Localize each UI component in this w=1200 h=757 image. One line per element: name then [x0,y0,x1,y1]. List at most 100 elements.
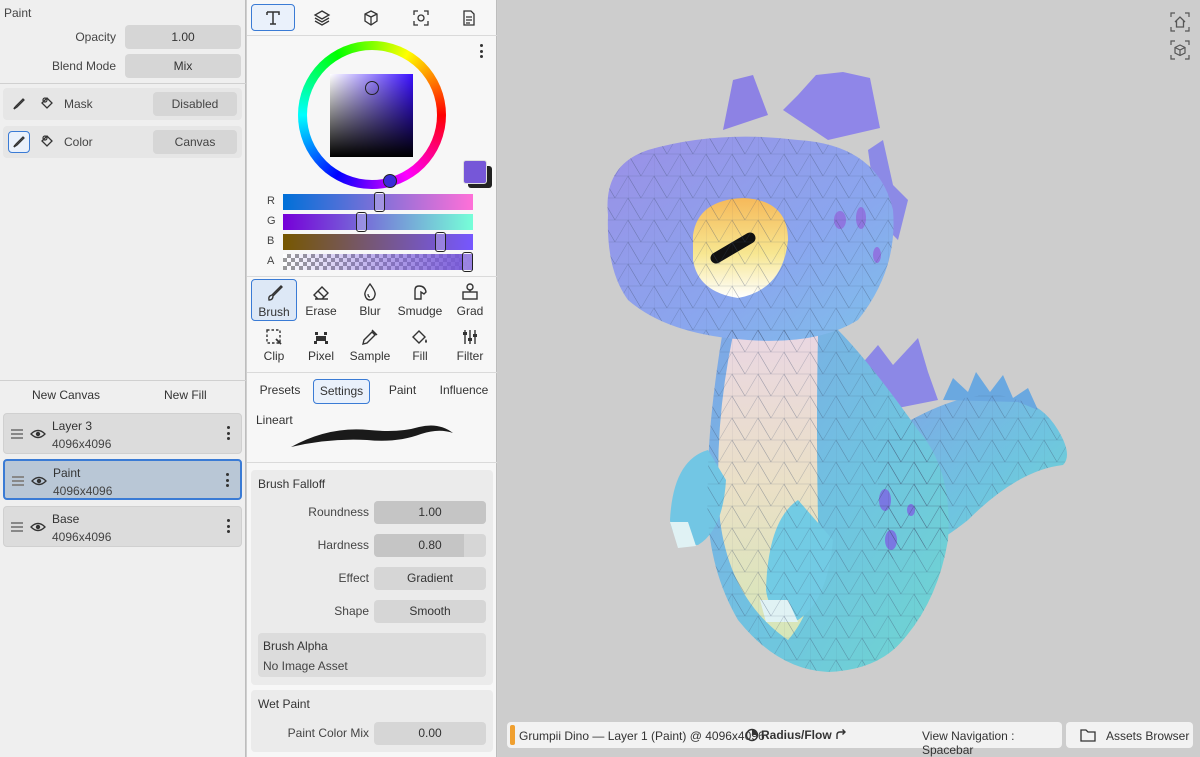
pixel-icon [314,332,328,344]
layer-size: 4096x4096 [53,484,113,498]
tool-label: Blur [359,304,381,318]
tool-sample[interactable]: Sample [347,324,393,366]
blend-mode-select[interactable]: Mix [125,54,241,78]
eye-icon[interactable] [31,474,47,488]
color-mode-select[interactable]: Canvas [153,130,237,154]
brush-alpha-picker[interactable]: Brush Alpha No Image Asset [258,633,486,677]
red-label: R [267,195,275,207]
layer-item[interactable]: Layer 3 4096x4096 [3,413,242,454]
brush-icon [268,285,283,301]
more-vertical-icon[interactable] [226,473,230,489]
blur-drop-icon [364,282,376,301]
blue-slider-row: B [247,232,497,252]
drag-handle-icon[interactable] [12,476,24,486]
more-vertical-icon[interactable] [227,426,231,442]
layer-item[interactable]: Base 4096x4096 [3,506,242,547]
radius-flow-toggle[interactable]: Radius/Flow [761,728,832,742]
alpha-slider[interactable] [283,252,473,272]
hardness-slider[interactable]: 0.80 [374,534,486,557]
blue-label: B [267,235,275,247]
opacity-label: Opacity [75,30,116,44]
layer-name: Base [52,512,80,526]
assets-browser-label: Assets Browser [1106,729,1190,743]
mask-mode-select[interactable]: Disabled [153,92,237,116]
3d-viewport[interactable]: Grumpii Dino — Layer 1 (Paint) @ 4096x40… [498,0,1200,757]
effect-row: Effect Gradient [251,567,493,590]
brush-icon [13,136,25,148]
tool-label: Clip [263,349,285,363]
more-vertical-icon[interactable] [227,519,231,535]
new-canvas-button[interactable]: New Canvas [32,388,100,402]
status-bar: Grumpii Dino — Layer 1 (Paint) @ 4096x40… [507,722,1062,757]
hue-picker-handle[interactable] [383,174,397,188]
tab-settings[interactable]: Settings [313,379,370,404]
paint-color-mix-slider[interactable]: 0.00 [374,722,486,745]
layer-item[interactable]: Paint 4096x4096 [3,459,242,500]
tool-brush[interactable]: Brush [251,279,297,321]
wet-paint-title: Wet Paint [258,697,310,711]
color-label: Color [64,135,93,149]
text-tool-icon [266,10,280,25]
brush-preset-name: Lineart [256,413,293,427]
drag-handle-icon[interactable] [11,429,23,439]
divider [247,35,497,36]
filter-sliders-icon [463,330,477,344]
tool-clip[interactable]: Clip [251,324,297,366]
tab-model[interactable] [349,4,393,31]
brush-falloff-title: Brush Falloff [258,477,326,491]
tool-label: Filter [456,349,484,363]
tool-filter[interactable]: Filter [447,324,493,366]
tab-layers[interactable] [300,4,344,31]
mask-brush-toggle[interactable] [8,93,30,115]
mask-channel-row: Mask Disabled [3,88,242,120]
green-slider-knob[interactable] [356,212,367,232]
tool-fill[interactable]: Fill [397,324,443,366]
current-color-swatch[interactable] [463,160,487,184]
tool-label: Grad [456,304,484,318]
tool-gradient[interactable]: Grad [447,279,493,321]
shape-label: Shape [334,604,369,618]
tab-document[interactable] [447,4,491,31]
red-slider[interactable] [283,192,473,212]
tool-blur[interactable]: Blur [347,279,393,321]
fill-bucket-icon [412,330,427,344]
roundness-slider[interactable]: 1.00 [374,501,486,524]
redo-icon[interactable] [834,728,848,742]
divider [247,276,497,277]
drag-handle-icon[interactable] [11,522,23,532]
more-vertical-icon[interactable] [480,44,484,60]
layer-size: 4096x4096 [52,530,112,544]
tool-erase[interactable]: Erase [298,279,344,321]
tool-pixel[interactable]: Pixel [298,324,344,366]
tab-presets[interactable]: Presets [255,379,305,404]
tab-text-tool[interactable] [251,4,295,31]
blue-slider-knob[interactable] [435,232,446,252]
assets-browser-button[interactable]: Assets Browser [1066,722,1193,748]
eye-icon[interactable] [30,427,46,441]
effect-select[interactable]: Gradient [374,567,486,590]
opacity-field[interactable]: 1.00 [125,25,241,49]
red-slider-knob[interactable] [374,192,385,212]
tool-smudge[interactable]: Smudge [397,279,443,321]
eye-icon[interactable] [30,520,46,534]
layers-panel: Paint Opacity 1.00 Blend Mode Mix Mask D… [0,0,246,757]
alpha-slider-knob[interactable] [462,252,473,272]
shape-select[interactable]: Smooth [374,600,486,623]
tab-paint[interactable]: Paint [380,379,425,404]
radius-flow-icon[interactable] [745,728,759,742]
green-slider[interactable] [283,212,473,232]
paint-section-title: Paint [4,6,32,20]
brush-alpha-title: Brush Alpha [263,639,328,653]
color-brush-toggle[interactable] [8,131,30,153]
dino-model[interactable] [498,0,1200,720]
tab-camera[interactable] [399,4,443,31]
focus-icon [413,9,429,26]
sv-picker-handle[interactable] [365,81,379,95]
tab-influence[interactable]: Influence [435,379,493,404]
fill-bucket-icon[interactable] [39,133,55,149]
effect-label: Effect [338,571,369,585]
new-fill-button[interactable]: New Fill [164,388,207,402]
fill-bucket-icon[interactable] [39,95,55,111]
eraser-icon [313,286,329,300]
blue-slider[interactable] [283,232,473,252]
